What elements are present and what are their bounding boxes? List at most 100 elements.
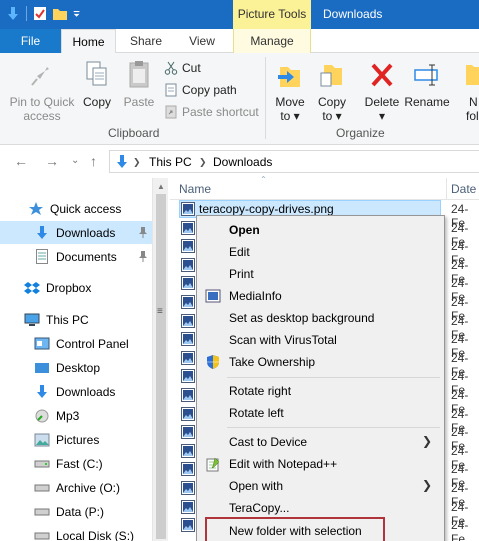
back-arrow-icon[interactable]: ←: [14, 153, 28, 169]
menu-item-scan-virustotal[interactable]: Scan with VirusTotal: [199, 329, 442, 351]
move-to-label-1: Move: [275, 95, 305, 109]
recent-locations-chevron-icon[interactable]: ⌄: [71, 155, 79, 166]
menu-item-new-folder-with-selection[interactable]: New folder with selection: [205, 517, 385, 541]
nav-downloads-pinned[interactable]: Downloads: [0, 221, 152, 244]
nav-label: Dropbox: [46, 280, 92, 295]
nav-dropbox[interactable]: Dropbox: [0, 276, 152, 299]
menu-item-rotate-left[interactable]: Rotate left: [199, 402, 442, 424]
nav-drive-c[interactable]: Fast (C:): [0, 452, 152, 475]
menu-label: Open: [229, 223, 260, 237]
move-to-label-2: to ▾: [280, 109, 300, 123]
nav-quick-access[interactable]: Quick access: [0, 197, 152, 220]
move-to-button[interactable]: Move to ▾: [272, 59, 308, 123]
nav-this-pc[interactable]: This PC: [0, 308, 152, 331]
submenu-arrow-icon: ❯: [421, 434, 432, 448]
nav-label: Control Panel: [56, 336, 129, 351]
tab-manage[interactable]: Manage: [233, 29, 311, 53]
uac-shield-icon: [207, 355, 219, 369]
breadcrumb-downloads[interactable]: Downloads: [213, 155, 272, 169]
splitter-grip-icon[interactable]: ≡: [157, 306, 163, 317]
ribbon-tabs: File Home Share View Manage: [0, 29, 479, 54]
delete-x-icon: [371, 63, 393, 87]
nav-drive-p[interactable]: Data (P:): [0, 500, 152, 523]
pinned-icon[interactable]: [138, 250, 148, 262]
column-divider[interactable]: [446, 178, 447, 200]
image-file-icon: [181, 239, 195, 254]
menu-item-mediainfo[interactable]: MediaInfo: [199, 285, 442, 307]
menu-item-set-desktop-background[interactable]: Set as desktop background: [199, 307, 442, 329]
tab-share[interactable]: Share: [120, 29, 172, 53]
menu-label: Open with: [229, 479, 284, 493]
column-date-header[interactable]: Date: [451, 182, 476, 196]
new-folder-icon[interactable]: [53, 6, 67, 21]
menu-item-rotate-right[interactable]: Rotate right: [199, 380, 442, 402]
pin-icon: [31, 62, 49, 86]
nav-label: Archive (O:): [56, 480, 121, 495]
nav-drive-o[interactable]: Archive (O:): [0, 476, 152, 499]
paste-button[interactable]: Paste: [122, 59, 156, 109]
menu-item-teracopy[interactable]: TeraCopy...: [199, 497, 442, 519]
image-file-icon: [181, 202, 195, 216]
address-bar[interactable]: ❯ This PC ❯ Downloads: [109, 150, 479, 173]
rename-button[interactable]: Rename: [404, 59, 450, 109]
dropbox-icon: [24, 280, 40, 296]
nav-label: Pictures: [56, 432, 100, 447]
menu-item-take-ownership[interactable]: Take Ownership: [199, 351, 442, 373]
tab-home[interactable]: Home: [61, 29, 116, 54]
picture-tools-group-label: Picture Tools: [233, 0, 311, 29]
new-folder-button[interactable]: N fol: [460, 59, 479, 123]
image-file-icon: [181, 406, 195, 421]
properties-icon[interactable]: [33, 6, 47, 21]
paste-shortcut-button[interactable]: Paste shortcut: [164, 102, 259, 122]
qat-down-arrow-icon[interactable]: [6, 6, 20, 21]
menu-item-edit[interactable]: Edit: [199, 241, 442, 263]
nav-drive-s[interactable]: Local Disk (S:): [0, 524, 152, 541]
nav-control-panel[interactable]: Control Panel: [0, 332, 152, 355]
image-file-icon: [181, 425, 195, 440]
nav-mp3[interactable]: Mp3: [0, 404, 152, 427]
up-arrow-icon[interactable]: ↑: [90, 153, 97, 169]
image-file-icon: [181, 350, 195, 365]
tab-view[interactable]: View: [176, 29, 228, 53]
qat-customize-icon[interactable]: [73, 6, 83, 21]
copy-button[interactable]: Copy: [80, 59, 114, 109]
scrollbar-thumb[interactable]: [156, 194, 166, 539]
scissors-icon: [164, 61, 178, 75]
nav-pictures[interactable]: Pictures: [0, 428, 152, 451]
copy-to-label-2: to ▾: [322, 109, 342, 123]
menu-item-open[interactable]: Open: [199, 219, 442, 241]
submenu-arrow-icon: ❯: [421, 478, 432, 492]
menu-item-cast-to-device[interactable]: Cast to Device ❯: [199, 431, 442, 453]
image-file-icon: [181, 518, 195, 533]
copy-label: Copy: [82, 95, 111, 109]
nav-desktop[interactable]: Desktop: [0, 356, 152, 379]
nav-downloads[interactable]: Downloads: [0, 380, 152, 403]
menu-label: TeraCopy...: [229, 501, 290, 515]
cut-button[interactable]: Cut: [164, 58, 201, 78]
pin-to-quick-access-button[interactable]: Pin to Quick access: [6, 59, 78, 123]
copy-to-button[interactable]: Copy to ▾: [314, 59, 350, 123]
delete-button[interactable]: Delete ▾: [362, 59, 402, 123]
copy-path-label: Copy path: [182, 83, 237, 97]
column-name-header[interactable]: Name: [179, 182, 211, 196]
nav-pane-scrollbar[interactable]: ▲: [152, 178, 168, 541]
pin-label-1: Pin to Quick: [9, 95, 75, 109]
ribbon: Pin to Quick access Copy Paste Cut Copy …: [0, 53, 479, 145]
scroll-up-arrow-icon[interactable]: ▲: [157, 182, 165, 191]
menu-item-edit-notepadpp[interactable]: Edit with Notepad++: [199, 453, 442, 475]
breadcrumb-this-pc[interactable]: This PC: [149, 155, 192, 169]
copy-path-button[interactable]: Copy path: [164, 80, 237, 100]
group-divider: [265, 57, 266, 139]
breadcrumb-separator-icon[interactable]: ❯: [133, 157, 141, 168]
forward-arrow-icon[interactable]: →: [45, 153, 59, 169]
computer-icon: [24, 312, 40, 328]
copy-to-label-1: Copy: [317, 95, 346, 109]
menu-item-open-with[interactable]: Open with ❯: [199, 475, 442, 497]
nav-documents-pinned[interactable]: Documents: [0, 245, 152, 268]
breadcrumb-separator-icon[interactable]: ❯: [199, 157, 207, 168]
menu-item-print[interactable]: Print: [199, 263, 442, 285]
menu-label: MediaInfo: [229, 289, 282, 303]
tab-file[interactable]: File: [0, 29, 61, 53]
pinned-icon[interactable]: [138, 226, 148, 238]
paste-label: Paste: [123, 95, 155, 109]
